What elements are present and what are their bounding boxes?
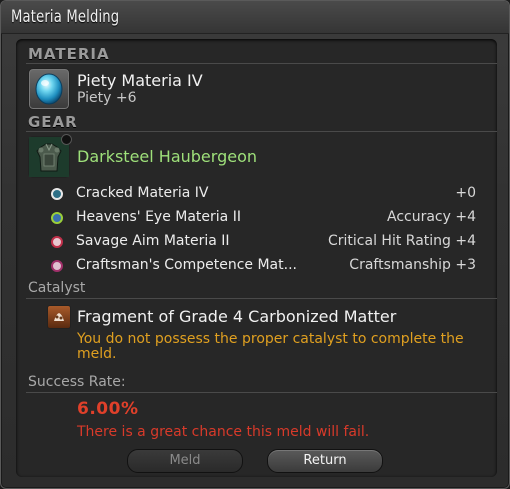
materia-name: Piety Materia IV [77,71,203,90]
materia-slot-stat: Craftsmanship +3 [349,257,476,273]
materia-slot-orb-icon [51,188,63,200]
materia-slot-name: Cracked Materia IV [76,185,209,201]
materia-melding-window: Materia Melding MATERIA Piety Materia IV… [0,0,510,489]
materia-slot-row[interactable]: Savage Aim Materia II Critical Hit Ratin… [51,233,481,255]
materia-slot-name: Savage Aim Materia II [76,233,230,249]
title-bar[interactable]: Materia Melding [1,1,509,34]
materia-stat: Piety +6 [77,90,137,106]
success-rate-value: 6.00% [77,399,139,419]
carbonized-matter-glyph-icon [54,313,64,321]
return-button[interactable]: Return [267,449,383,473]
materia-slot-row[interactable]: Cracked Materia IV +0 [51,185,481,207]
window-title: Materia Melding [11,7,120,27]
materia-slot-orb-icon [51,260,63,272]
materia-slot-orb-icon [51,212,63,224]
catalyst-heading: Catalyst [28,280,86,296]
catalyst-warning: You do not possess the proper catalyst t… [77,331,464,362]
piety-materia-slot[interactable] [28,68,70,110]
materia-slot-orb-icon [51,236,63,248]
materia-slot-name: Heavens' Eye Materia II [76,209,241,225]
gear-corner-badge-icon [61,134,72,145]
gear-section-divider [26,131,497,132]
materia-slot-stat: Critical Hit Rating +4 [328,233,476,249]
success-rate-divider [26,392,497,393]
catalyst-name: Fragment of Grade 4 Carbonized Matter [77,307,397,326]
materia-slot-row[interactable]: Craftsman's Competence Mat... Craftsmans… [51,257,481,279]
materia-slot-stat: +0 [455,185,476,201]
success-rate-message: There is a great chance this meld will f… [77,424,370,440]
catalyst-divider [26,298,497,299]
materia-slot-stat: Accuracy +4 [386,209,476,225]
materia-section-divider [26,63,497,64]
meld-button[interactable]: Meld [127,449,243,473]
carbonized-matter-icon[interactable] [47,305,71,329]
success-rate-heading: Success Rate: [28,374,126,390]
blue-materia-orb-icon [35,73,63,105]
gear-item-slot[interactable] [28,134,72,178]
gear-name: Darksteel Haubergeon [77,147,257,166]
gear-section-heading: GEAR [28,113,78,131]
materia-slot-row[interactable]: Heavens' Eye Materia II Accuracy +4 [51,209,481,231]
materia-slot-name: Craftsman's Competence Mat... [76,257,297,273]
materia-section-heading: MATERIA [28,45,110,63]
